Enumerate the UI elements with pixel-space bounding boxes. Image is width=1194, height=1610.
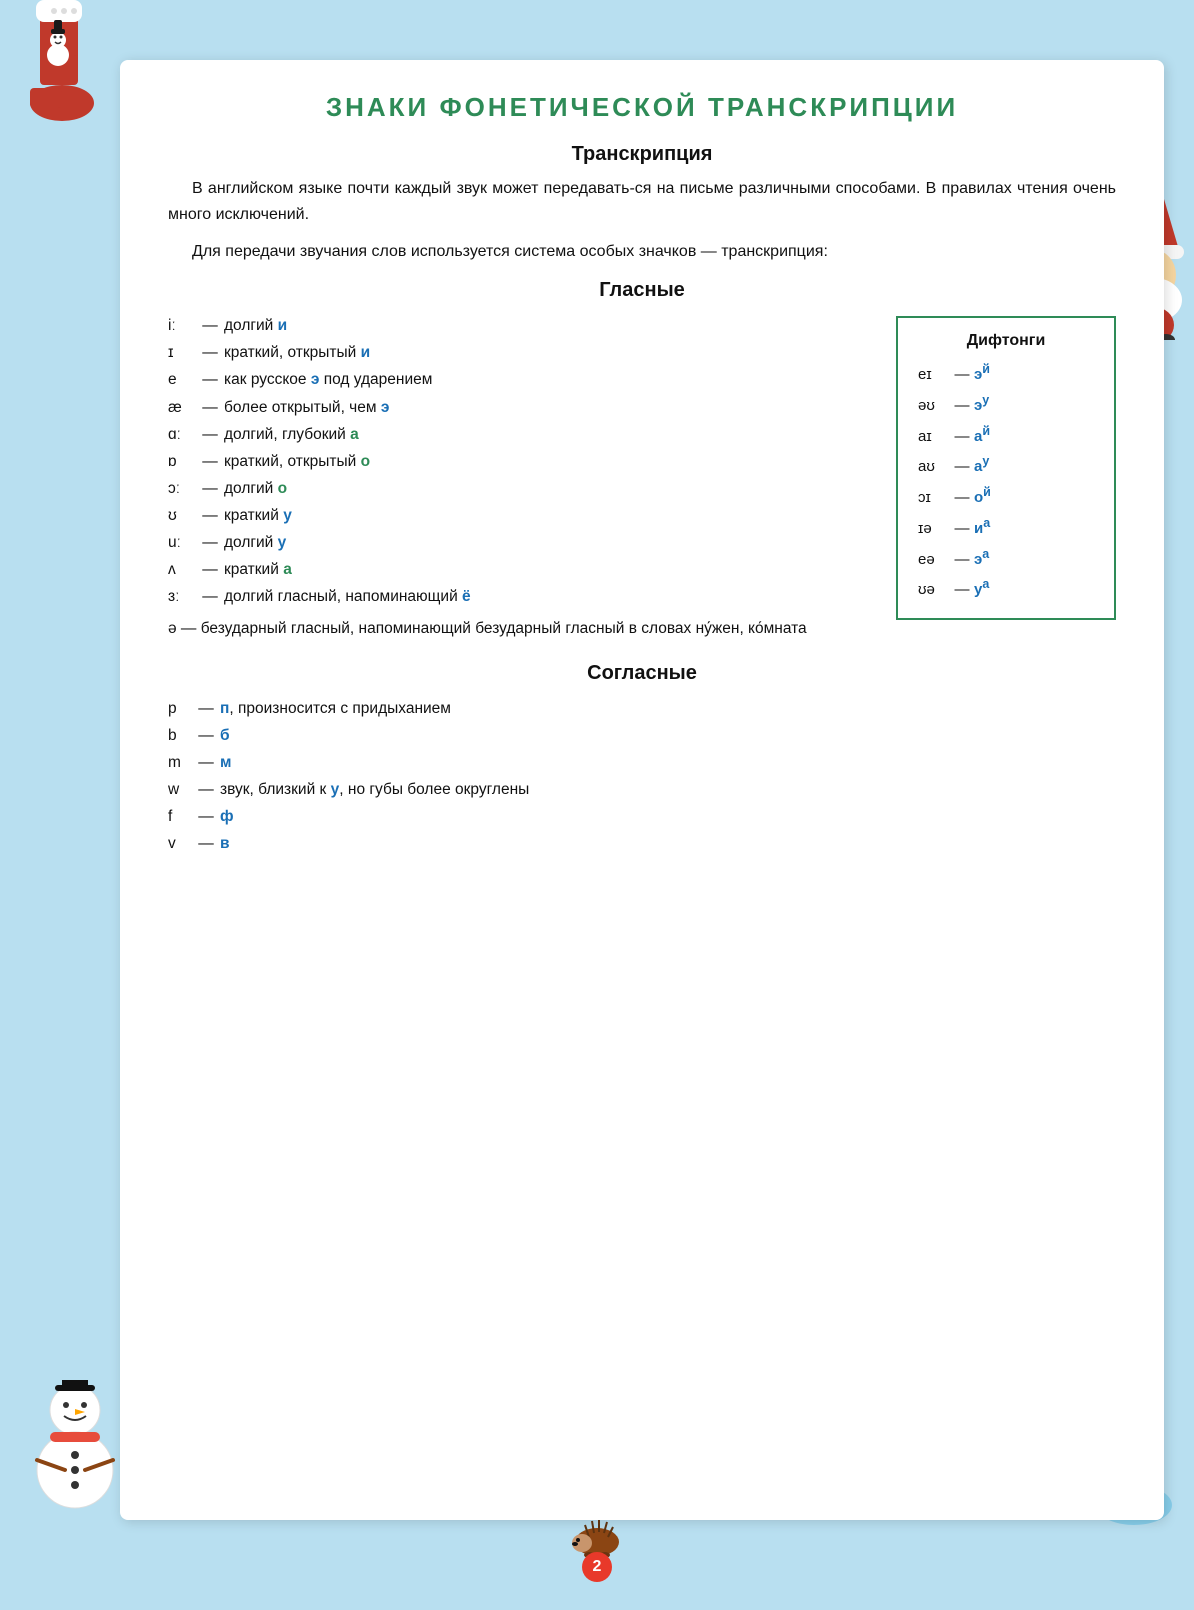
vowel-row-5: ɑː — долгий, глубокий а [168, 421, 896, 448]
vowel-row-11: ɜː — долгий гласный, напоминающий ё [168, 583, 896, 610]
vowel-row-7: ɔː — долгий о [168, 475, 896, 502]
schwa-row: ə — безударный гласный, напоминающий без… [168, 615, 896, 642]
vowels-list: iː — долгий и ɪ — краткий, открытый и e … [168, 312, 896, 642]
snowman-decoration [20, 1380, 130, 1520]
diphthongs-box: Дифтонги eɪ — эй əʊ — эу aɪ — ай aʊ — ау [896, 316, 1116, 620]
vowels-heading: Гласные [168, 279, 1116, 302]
consonant-row-w: w — звук, близкий к у, но губы более окр… [168, 776, 1116, 803]
page-number-area: 2 [567, 1507, 627, 1582]
stocking-decoration [10, 0, 100, 130]
diphthong-3: aɪ — ай [918, 420, 1094, 451]
diphthong-4: aʊ — ау [918, 450, 1094, 481]
vowel-row-4: æ — более открытый, чем э [168, 394, 896, 421]
vowel-row-9: uː — долгий у [168, 529, 896, 556]
page-title: ЗНАКИ ФОНЕТИЧЕСКОЙ ТРАНСКРИПЦИИ [168, 92, 1116, 123]
vowel-row-6: ɒ — краткий, открытый о [168, 448, 896, 475]
consonant-row-p: p — п, произносится с придыханием [168, 695, 1116, 722]
consonants-list: p — п, произносится с придыханием b — б … [168, 695, 1116, 858]
paragraph-2: Для передачи звучания слов используется … [168, 239, 1116, 265]
diphthongs-heading: Дифтонги [918, 332, 1094, 350]
paragraph-1: В английском языке почти каждый звук мож… [168, 176, 1116, 229]
consonant-row-f: f — ф [168, 803, 1116, 830]
diphthong-2: əʊ — эу [918, 389, 1094, 420]
transcription-heading: Транскрипция [168, 143, 1116, 166]
vowel-row-1: iː — долгий и [168, 312, 896, 339]
diphthong-1: eɪ — эй [918, 358, 1094, 389]
vowel-row-8: ʊ — краткий у [168, 502, 896, 529]
vowel-row-2: ɪ — краткий, открытый и [168, 339, 896, 366]
consonant-row-b: b — б [168, 722, 1116, 749]
diphthong-6: ɪə — иа [918, 512, 1094, 543]
consonant-row-m: m — м [168, 749, 1116, 776]
diphthong-7: eə — эа [918, 543, 1094, 574]
consonant-row-v: v — в [168, 830, 1116, 857]
vowels-diphthongs-area: iː — долгий и ɪ — краткий, открытый и e … [168, 312, 1116, 642]
content-card: ЗНАКИ ФОНЕТИЧЕСКОЙ ТРАНСКРИПЦИИ Транскри… [120, 60, 1164, 1520]
vowel-row-3: e — как русское э под ударением [168, 366, 896, 393]
diphthong-5: ɔɪ — ой [918, 481, 1094, 512]
page-number-badge: 2 [582, 1552, 612, 1582]
diphthong-8: ʊə — уа [918, 573, 1094, 604]
consonants-heading: Согласные [168, 662, 1116, 685]
hedgehog-icon [567, 1507, 627, 1557]
vowel-row-10: ʌ — краткий а [168, 556, 896, 583]
